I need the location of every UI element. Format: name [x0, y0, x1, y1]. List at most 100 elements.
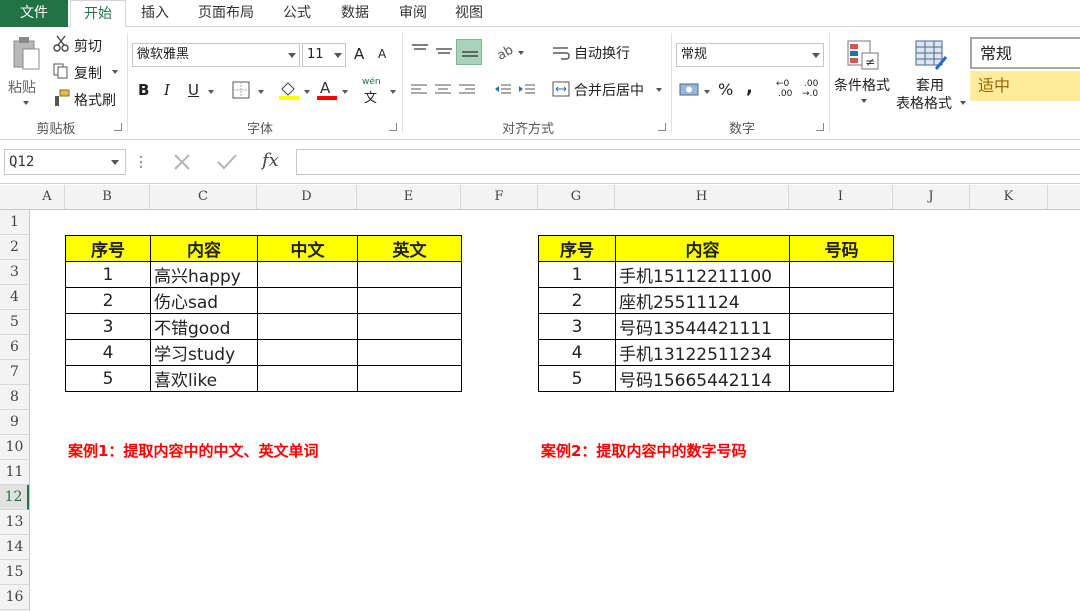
row-header-1[interactable]: 1	[0, 210, 29, 235]
row-header-14[interactable]: 14	[0, 535, 29, 560]
column-header-k[interactable]: K	[970, 185, 1048, 209]
table-cell[interactable]: 4	[65, 339, 151, 366]
align-center-icon[interactable]	[434, 83, 452, 97]
table-cell[interactable]	[357, 365, 462, 392]
table-cell[interactable]	[257, 365, 358, 392]
paste-button[interactable]: 粘贴	[6, 33, 46, 111]
name-box[interactable]: Q12	[4, 149, 126, 175]
cut-button[interactable]: 剪切	[52, 35, 122, 55]
wrap-text-button[interactable]: 自动换行	[552, 43, 636, 63]
underline-button[interactable]: U	[188, 81, 199, 99]
table-cell[interactable]: 手机13122511234	[615, 339, 790, 366]
table-cell[interactable]: 手机15112211100	[615, 261, 790, 288]
orientation-icon[interactable]: ab	[494, 41, 516, 61]
drag-handle-icon[interactable]	[138, 154, 144, 170]
row-header-13[interactable]: 13	[0, 510, 29, 535]
phonetic-dropdown-icon[interactable]	[390, 90, 396, 94]
number-launcher-icon[interactable]	[816, 123, 824, 131]
table-cell[interactable]	[257, 261, 358, 288]
align-middle-icon[interactable]	[434, 43, 454, 59]
tab-data[interactable]: 数据	[328, 0, 382, 27]
table-cell[interactable]: 4	[538, 339, 616, 366]
worksheet-grid[interactable]: 序号 内容 中文 英文 1 高兴happy 2 伤心sad 3 不错good 4…	[30, 210, 1080, 611]
table-cell[interactable]	[357, 261, 462, 288]
table-cell[interactable]	[257, 339, 358, 366]
decrease-decimal-button[interactable]: .00 →.0	[802, 79, 826, 103]
column-header-e[interactable]: E	[357, 185, 461, 209]
alignment-launcher-icon[interactable]	[658, 123, 666, 131]
table-cell[interactable]: 喜欢like	[150, 365, 258, 392]
column-header-j[interactable]: J	[893, 185, 970, 209]
column-header-i[interactable]: I	[789, 185, 893, 209]
underline-dropdown-icon[interactable]	[208, 90, 214, 94]
italic-button[interactable]: I	[164, 81, 170, 99]
row-header-15[interactable]: 15	[0, 560, 29, 585]
tab-page-layout[interactable]: 页面布局	[186, 0, 266, 27]
currency-icon[interactable]	[678, 79, 702, 101]
font-name-combo[interactable]: 微软雅黑	[132, 43, 300, 67]
column-header-g[interactable]: G	[538, 185, 615, 209]
align-right-icon[interactable]	[458, 83, 476, 97]
fill-color-icon[interactable]	[278, 79, 300, 101]
table-header-cell[interactable]: 中文	[257, 235, 358, 262]
tab-file[interactable]: 文件	[0, 0, 68, 27]
conditional-format-button[interactable]: ≠ 条件格式	[834, 37, 894, 117]
enter-check-icon[interactable]	[216, 153, 238, 171]
align-top-icon[interactable]	[410, 43, 430, 59]
row-header-16[interactable]: 16	[0, 585, 29, 610]
table-cell[interactable]: 2	[538, 287, 616, 314]
table-cell[interactable]: 1	[538, 261, 616, 288]
align-left-icon[interactable]	[410, 83, 428, 97]
tab-home[interactable]: 开始	[70, 0, 126, 28]
table-cell[interactable]: 号码13544421111	[615, 313, 790, 340]
tab-review[interactable]: 审阅	[388, 0, 438, 27]
column-header-a[interactable]: A	[30, 185, 65, 209]
font-color-icon[interactable]: A	[316, 79, 338, 101]
font-color-dropdown-icon[interactable]	[342, 90, 348, 94]
row-header-9[interactable]: 9	[0, 410, 29, 435]
table-cell[interactable]: 不错good	[150, 313, 258, 340]
table-header-cell[interactable]: 内容	[150, 235, 258, 262]
table-cell[interactable]: 高兴happy	[150, 261, 258, 288]
phonetic-button[interactable]: wén 文	[360, 77, 388, 106]
table-cell[interactable]: 2	[65, 287, 151, 314]
table-cell[interactable]: 号码15665442114	[615, 365, 790, 392]
column-header-f[interactable]: F	[461, 185, 538, 209]
currency-dropdown-icon[interactable]	[704, 90, 710, 94]
format-as-table-button[interactable]: 套用 表格格式	[896, 37, 966, 117]
table-cell[interactable]	[789, 287, 894, 314]
percent-button[interactable]: %	[718, 80, 733, 99]
copy-button[interactable]: 复制	[52, 62, 122, 82]
table-header-cell[interactable]: 序号	[65, 235, 151, 262]
number-format-combo[interactable]: 常规	[676, 43, 824, 67]
decrease-font-button[interactable]: A	[378, 47, 386, 61]
increase-font-button[interactable]: A	[354, 45, 364, 63]
align-bottom-button[interactable]	[456, 39, 482, 65]
table-cell[interactable]: 座机25511124	[615, 287, 790, 314]
row-header-4[interactable]: 4	[0, 285, 29, 310]
table-cell[interactable]	[789, 313, 894, 340]
border-icon[interactable]	[232, 81, 252, 99]
table-cell[interactable]: 1	[65, 261, 151, 288]
row-header-7[interactable]: 7	[0, 360, 29, 385]
table-cell[interactable]	[257, 313, 358, 340]
table-cell[interactable]: 伤心sad	[150, 287, 258, 314]
column-header-b[interactable]: B	[65, 185, 150, 209]
table-cell[interactable]	[357, 287, 462, 314]
column-header-h[interactable]: H	[615, 185, 789, 209]
table-cell[interactable]: 5	[538, 365, 616, 392]
table-cell[interactable]	[789, 365, 894, 392]
format-painter-button[interactable]: 格式刷	[52, 89, 122, 109]
table-header-cell[interactable]: 序号	[538, 235, 616, 262]
table-cell[interactable]: 5	[65, 365, 151, 392]
table-cell[interactable]: 3	[538, 313, 616, 340]
table-cell[interactable]: 学习study	[150, 339, 258, 366]
table-header-cell[interactable]: 号码	[789, 235, 894, 262]
column-header-c[interactable]: C	[150, 185, 257, 209]
row-header-12[interactable]: 12	[0, 485, 29, 510]
row-header-10[interactable]: 10	[0, 435, 29, 460]
row-header-5[interactable]: 5	[0, 310, 29, 335]
row-header-8[interactable]: 8	[0, 385, 29, 410]
comma-button[interactable]: ,	[746, 77, 753, 98]
table-cell[interactable]	[357, 313, 462, 340]
